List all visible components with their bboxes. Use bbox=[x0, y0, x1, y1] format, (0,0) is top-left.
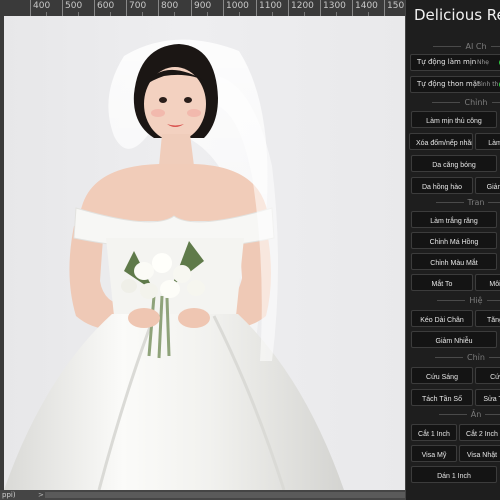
ruler-tick: 1000 bbox=[223, 0, 249, 16]
ruler-tick: 1300 bbox=[320, 0, 346, 16]
ruler-tick: 600 bbox=[94, 0, 114, 16]
cu-button[interactable]: Cứ bbox=[475, 367, 500, 384]
section-chinh-2: Chỉn bbox=[406, 353, 500, 363]
zoom-readout: ppi) bbox=[2, 491, 16, 499]
sua-te-button[interactable]: Sửa Tề bbox=[475, 389, 500, 406]
status-arrow-icon[interactable]: > bbox=[38, 490, 44, 500]
panel-title: Delicious Retouch bbox=[414, 6, 500, 24]
ruler-tick: 1100 bbox=[256, 0, 282, 16]
glossy-skin-button[interactable]: Da căng bóng bbox=[411, 155, 497, 172]
ruler-tick: 900 bbox=[191, 0, 211, 16]
remove-spots-button[interactable]: Xóa đốm/nếp nhăn bbox=[409, 133, 473, 150]
ruler-tick: 800 bbox=[158, 0, 178, 16]
recover-light-button[interactable]: Cứu Sáng bbox=[411, 367, 473, 384]
reduce-button[interactable]: Giảm bbox=[475, 177, 500, 194]
frequency-separation-button[interactable]: Tách Tần Số bbox=[411, 389, 473, 406]
visa-japan-button[interactable]: Visa Nhật bbox=[459, 445, 500, 462]
ruler-tick: 1200 bbox=[288, 0, 314, 16]
section-trang: Tran bbox=[406, 198, 500, 208]
visa-us-button[interactable]: Visa Mỹ bbox=[411, 445, 457, 462]
manual-smooth-button[interactable]: Làm mịn thủ công bbox=[411, 111, 497, 128]
status-bar: ppi) > bbox=[0, 490, 405, 500]
photo-canvas[interactable] bbox=[4, 16, 405, 490]
auto-slim-face-label: Tự động thon mặt bbox=[417, 80, 480, 88]
ruler-tick: 400 bbox=[30, 0, 50, 16]
auto-smooth-label: Tự động làm mịn bbox=[417, 58, 477, 66]
section-hieu: Hiệ bbox=[406, 296, 500, 306]
auto-slim-face-option[interactable]: Tự động thon mặt Bình th bbox=[410, 76, 500, 93]
lengthen-legs-button[interactable]: Kéo Dài Chân bbox=[411, 310, 473, 327]
big-eyes-button[interactable]: Mắt To bbox=[411, 274, 473, 291]
auto-slim-face-level[interactable]: Bình th bbox=[477, 77, 498, 92]
bride-photo bbox=[4, 39, 344, 490]
blush-adjust-button[interactable]: Chỉnh Má Hồng bbox=[411, 232, 497, 249]
eye-color-button[interactable]: Chỉnh Màu Mắt bbox=[411, 253, 497, 270]
crop-2-inch-button[interactable]: Cắt 2 Inch bbox=[459, 424, 500, 441]
section-am: Ản bbox=[406, 410, 500, 420]
delicious-retouch-panel: Delicious Retouch AI Ch Tự động làm mịn … bbox=[405, 0, 500, 500]
whiten-teeth-button[interactable]: Làm trắng răng bbox=[411, 211, 497, 228]
lam-button[interactable]: Làm bbox=[475, 133, 500, 150]
reduce-noise-button[interactable]: Giảm Nhiễu bbox=[411, 331, 497, 348]
ruler-tick: 150 bbox=[384, 0, 404, 16]
section-chinh: Chỉnh bbox=[406, 98, 500, 108]
rosy-skin-button[interactable]: Da hồng hào bbox=[411, 177, 473, 194]
ruler-tick: 500 bbox=[62, 0, 82, 16]
auto-smooth-option[interactable]: Tự động làm mịn Nhẹ bbox=[410, 54, 500, 71]
ruler-tick: 1400 bbox=[352, 0, 378, 16]
horizontal-ruler: 400 500 600 700 800 900 1000 1100 1200 1… bbox=[0, 0, 405, 17]
lips-button[interactable]: Môi bbox=[475, 274, 500, 291]
ruler-tick: 700 bbox=[126, 0, 146, 16]
paste-1-inch-button[interactable]: Dán 1 Inch bbox=[411, 466, 497, 483]
horizontal-scrollbar[interactable] bbox=[45, 492, 405, 498]
increase-button[interactable]: Tăng bbox=[475, 310, 500, 327]
crop-1-inch-button[interactable]: Cắt 1 Inch bbox=[411, 424, 457, 441]
auto-smooth-level[interactable]: Nhẹ bbox=[477, 55, 489, 70]
section-ai: AI Ch bbox=[406, 42, 500, 52]
